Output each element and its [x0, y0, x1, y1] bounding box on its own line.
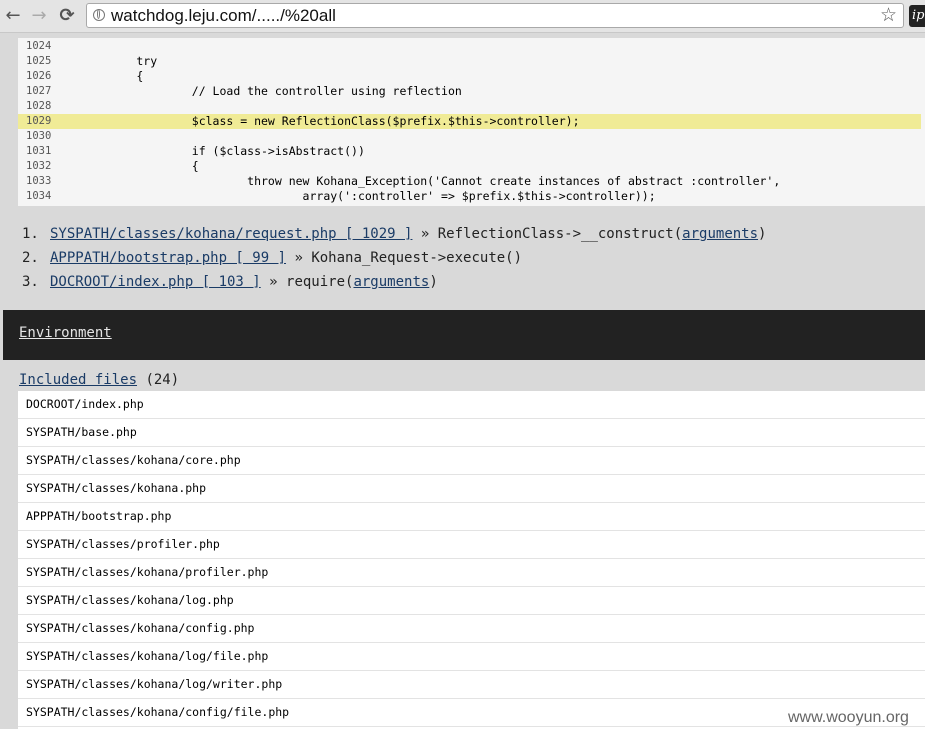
included-file-name: SYSPATH/classes/kohana/log.php	[26, 593, 234, 607]
included-file-name: SYSPATH/base.php	[26, 425, 137, 439]
trace-separator: »	[260, 274, 287, 290]
included-file-name: SYSPATH/classes/kohana/core.php	[26, 453, 241, 467]
included-file-name: SYSPATH/classes/kohana/profiler.php	[26, 565, 269, 579]
table-row: SYSPATH/classes/kohana/log/file.php	[18, 643, 925, 671]
table-row: SYSPATH/classes/profiler.php	[18, 531, 925, 559]
line-number: 1031	[26, 145, 52, 157]
code-line: 1027 // Load the controller using reflec…	[18, 84, 921, 99]
trace-call: require(	[286, 274, 354, 290]
table-row: SYSPATH/classes/kohana.php	[18, 475, 925, 503]
line-number: 1025	[26, 55, 52, 67]
reload-button[interactable]: ⟳	[56, 5, 78, 27]
code-line: 1025 try	[18, 54, 921, 69]
line-number: 1033	[26, 175, 52, 187]
table-row: DOCROOT/index.php	[18, 391, 925, 419]
code-line: 1033 throw new Kohana_Exception('Cannot …	[18, 174, 921, 189]
included-file-name: APPPATH/bootstrap.php	[26, 509, 172, 523]
forward-button[interactable]: →	[28, 5, 50, 27]
line-number: 1024	[26, 40, 52, 52]
trace-call: ReflectionClass->__construct(	[437, 226, 683, 242]
back-button[interactable]: ←	[2, 5, 24, 27]
code-line: 1031 if ($class->isAbstract())	[18, 144, 921, 159]
line-number: 1027	[26, 85, 52, 97]
line-number: 1026	[26, 70, 52, 82]
table-row: SYSPATH/classes/kohana/log.php	[18, 587, 925, 615]
included-files-toggle-link[interactable]: Included files	[19, 372, 137, 388]
included-file-name: SYSPATH/classes/kohana/log/file.php	[26, 649, 269, 663]
environment-bar: Environment	[3, 310, 925, 360]
code-text: if ($class->isAbstract())	[81, 144, 365, 158]
trace-file-link[interactable]: SYSPATH/classes/kohana/request.php [ 102…	[50, 226, 412, 242]
code-line: 1024	[18, 39, 921, 54]
included-file-name: SYSPATH/classes/profiler.php	[26, 537, 220, 551]
table-row: APPPATH/bootstrap.php	[18, 503, 925, 531]
url-text[interactable]: watchdog.leju.com/...../%20all	[111, 5, 336, 27]
included-files-count: (24)	[137, 372, 180, 388]
line-number: 1034	[26, 190, 52, 202]
code-line: 1026 {	[18, 69, 921, 84]
trace-number: 3.	[22, 274, 39, 290]
table-row: SYSPATH/classes/kohana/config.php	[18, 615, 925, 643]
trace-file-link[interactable]: DOCROOT/index.php [ 103 ]	[50, 274, 261, 290]
trace-call: Kohana_Request->execute()	[311, 250, 523, 266]
trace-item: 2. APPPATH/bootstrap.php [ 99 ] » Kohana_…	[22, 246, 522, 270]
environment-toggle-link[interactable]: Environment	[19, 325, 112, 341]
trace-call-close: )	[758, 226, 767, 242]
table-row: SYSPATH/classes/kohana/core.php	[18, 447, 925, 475]
included-file-name: DOCROOT/index.php	[26, 397, 144, 411]
trace-number: 2.	[22, 250, 39, 266]
line-number: 1030	[26, 130, 52, 142]
code-line: 1030	[18, 129, 921, 144]
included-files-table: DOCROOT/index.php SYSPATH/base.php SYSPATH…	[18, 391, 925, 729]
included-file-name: SYSPATH/classes/kohana/config/file.php	[26, 705, 290, 719]
line-number: 1029	[26, 115, 52, 127]
code-line-highlighted: 1029 $class = new ReflectionClass($prefi…	[18, 114, 921, 129]
line-number: 1028	[26, 100, 52, 112]
trace-separator: »	[286, 250, 312, 266]
bookmark-star-icon[interactable]: ☆	[880, 4, 897, 27]
code-text: {	[81, 159, 199, 173]
extension-icon[interactable]: ip	[909, 5, 925, 27]
trace-separator: »	[412, 226, 438, 242]
trace-item: 3. DOCROOT/index.php [ 103 ] » require(ar…	[22, 270, 438, 294]
table-row: SYSPATH/classes/kohana/log/writer.php	[18, 671, 925, 699]
code-text: $class = new ReflectionClass($prefix.$th…	[81, 114, 580, 128]
table-row: SYSPATH/classes/kohana/profiler.php	[18, 559, 925, 587]
browser-toolbar: ← → ⟳ watchdog.leju.com/...../%20all ☆ i…	[0, 0, 925, 33]
code-text: throw new Kohana_Exception('Cannot creat…	[81, 174, 781, 188]
code-text: {	[81, 69, 144, 83]
globe-icon	[93, 9, 105, 21]
code-line: 1028	[18, 99, 921, 114]
line-number: 1032	[26, 160, 52, 172]
included-file-name: SYSPATH/classes/kohana.php	[26, 481, 207, 495]
code-text: // Load the controller using reflection	[81, 84, 462, 98]
trace-call-close: )	[429, 274, 438, 290]
table-row: SYSPATH/base.php	[18, 419, 925, 447]
trace-arguments-link[interactable]: arguments	[682, 226, 758, 242]
source-code-block: 1024 1025 try 1026 {1027 // Load the contr…	[18, 38, 925, 206]
included-file-name: SYSPATH/classes/kohana/log/writer.php	[26, 677, 283, 691]
code-text: try	[81, 54, 158, 68]
trace-number: 1.	[22, 226, 39, 242]
included-files-header: Included files (24)	[19, 372, 179, 388]
code-line: 1032 {	[18, 159, 921, 174]
trace-item: 1. SYSPATH/classes/kohana/request.php [ 1…	[22, 222, 766, 246]
code-text: array(':controller' => $prefix.$this->co…	[81, 189, 656, 203]
watermark: www.wooyun.org	[788, 709, 909, 726]
included-file-name: SYSPATH/classes/kohana/config.php	[26, 621, 255, 635]
trace-arguments-link[interactable]: arguments	[353, 274, 429, 290]
trace-file-link[interactable]: APPPATH/bootstrap.php [ 99 ]	[50, 250, 286, 266]
address-bar[interactable]: watchdog.leju.com/...../%20all ☆	[86, 3, 904, 28]
code-line: 1034 array(':controller' => $prefix.$thi…	[18, 189, 921, 204]
